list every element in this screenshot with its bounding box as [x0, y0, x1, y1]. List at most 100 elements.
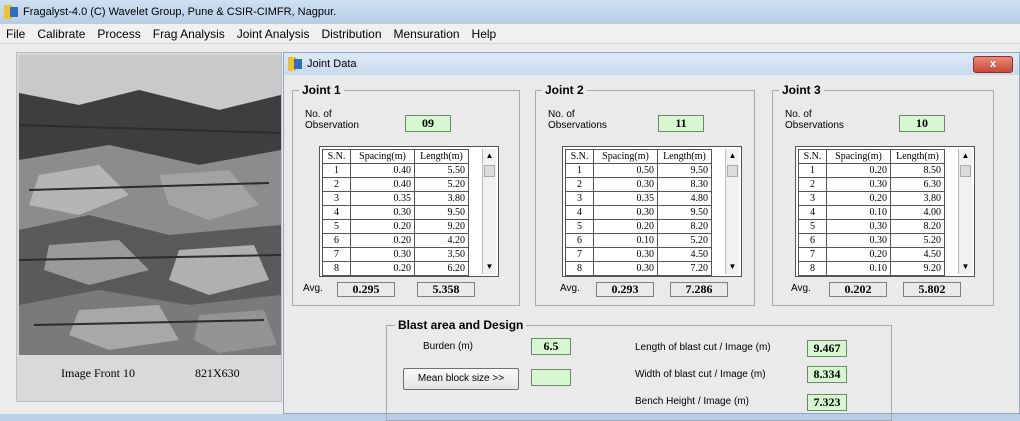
joint-3-obs-label: No. of Observations	[785, 109, 844, 131]
table-row[interactable]: 6 0.20 4.20	[322, 233, 469, 248]
table-cell: 3	[565, 191, 594, 206]
table-cell: 8	[322, 261, 351, 276]
table-cell: 6	[565, 233, 594, 248]
table-row[interactable]: 7 0.20 4.50	[798, 247, 945, 262]
scroll-thumb[interactable]	[960, 165, 971, 177]
blast-length-field[interactable]: 9.467	[807, 340, 847, 357]
table-cell: 6.30	[890, 177, 945, 192]
table-cell: 4	[565, 205, 594, 220]
bench-height-field[interactable]: 7.323	[807, 394, 847, 411]
joint-1-avg-label: Avg.	[303, 283, 323, 294]
joint-2-grid[interactable]: S.N. Spacing(m) Length(m) 1 0.50 9.50 2 0.30 8…	[562, 146, 742, 277]
scroll-thumb[interactable]	[727, 165, 738, 177]
joint-3-scrollbar[interactable]: ▲ ▼	[958, 149, 972, 274]
table-cell: 9.20	[890, 261, 945, 276]
col-spacing: Spacing(m)	[350, 149, 415, 164]
close-button[interactable]: x	[973, 56, 1013, 73]
joint-1-group: Joint 1 No. of Observation 09 S.N. Spacin…	[292, 83, 520, 306]
table-cell: 5.20	[414, 177, 469, 192]
table-row[interactable]: 4 0.30 9.50	[322, 205, 469, 220]
table-row[interactable]: 7 0.30 3.50	[322, 247, 469, 262]
menu-file[interactable]: File	[0, 27, 31, 41]
menu-process[interactable]: Process	[91, 27, 146, 41]
table-cell: 1	[565, 163, 594, 178]
burden-field[interactable]: 6.5	[531, 338, 571, 355]
blast-design-title: Blast area and Design	[395, 318, 527, 332]
menu-mensuration[interactable]: Mensuration	[388, 27, 466, 41]
table-row[interactable]: 8 0.30 7.20	[565, 261, 712, 276]
table-row[interactable]: 1 0.20 8.50	[798, 163, 945, 178]
menu-calibrate[interactable]: Calibrate	[31, 27, 91, 41]
joint-2-group: Joint 2 No. of Observations 11 S.N. Spaci…	[535, 83, 755, 306]
menu-distribution[interactable]: Distribution	[315, 27, 387, 41]
table-cell: 0.30	[593, 261, 658, 276]
table-row[interactable]: 3 0.35 3.80	[322, 191, 469, 206]
table-row[interactable]: 1 0.40 5.50	[322, 163, 469, 178]
joint-1-grid[interactable]: S.N. Spacing(m) Length(m) 1 0.40 5.50 2 0.40 5…	[319, 146, 499, 277]
dialog-title-bar: Joint Data x	[284, 53, 1019, 75]
joint-2-obs-count[interactable]: 11	[658, 115, 704, 132]
table-row[interactable]: 2 0.30 8.30	[565, 177, 712, 192]
table-row[interactable]: 7 0.30 4.50	[565, 247, 712, 262]
table-row[interactable]: 2 0.30 6.30	[798, 177, 945, 192]
joint-3-obs-count[interactable]: 10	[899, 115, 945, 132]
joint-1-avg-length: 5.358	[417, 282, 475, 297]
app-title-bar: Fragalyst-4.0 (C) Wavelet Group, Pune & …	[0, 0, 1020, 24]
table-cell: Spacing(m)	[593, 149, 658, 164]
table-row[interactable]: 5 0.30 8.20	[798, 219, 945, 234]
table-row[interactable]: 1 0.50 9.50	[565, 163, 712, 178]
table-cell: 8.30	[657, 177, 712, 192]
table-cell: 0.30	[593, 205, 658, 220]
scroll-up-icon[interactable]: ▲	[959, 149, 972, 163]
joint-3-table: S.N. Spacing(m) Length(m) 1 0.20 8.50 2 0.30 6…	[798, 149, 945, 276]
table-cell: Length(m)	[657, 149, 712, 164]
table-row[interactable]: 5 0.20 8.20	[565, 219, 712, 234]
scroll-down-icon[interactable]: ▼	[959, 260, 972, 274]
table-row[interactable]: 5 0.20 9.20	[322, 219, 469, 234]
table-cell: 0.30	[593, 177, 658, 192]
joint-3-grid[interactable]: S.N. Spacing(m) Length(m) 1 0.20 8.50 2 0.30 6…	[795, 146, 975, 277]
menu-help[interactable]: Help	[466, 27, 503, 41]
table-cell: 4.00	[890, 205, 945, 220]
col-length: Length(m)	[414, 149, 469, 164]
table-cell: 4.50	[890, 247, 945, 262]
joint-2-title: Joint 2	[542, 83, 587, 97]
table-cell: 0.35	[350, 191, 415, 206]
table-cell: 3.80	[890, 191, 945, 206]
table-row[interactable]: 2 0.40 5.20	[322, 177, 469, 192]
dialog-title: Joint Data	[307, 58, 357, 70]
joint-1-scrollbar[interactable]: ▲ ▼	[482, 149, 496, 274]
table-cell: 5.20	[890, 233, 945, 248]
blast-width-field[interactable]: 8.334	[807, 366, 847, 383]
table-row[interactable]: 4 0.30 9.50	[565, 205, 712, 220]
table-row[interactable]: 8 0.10 9.20	[798, 261, 945, 276]
table-cell: 6	[798, 233, 827, 248]
mean-block-size-field[interactable]	[531, 369, 571, 386]
table-cell: 5.50	[414, 163, 469, 178]
scroll-up-icon[interactable]: ▲	[483, 149, 496, 163]
menu-joint-analysis[interactable]: Joint Analysis	[231, 27, 316, 41]
table-row[interactable]: 6 0.10 5.20	[565, 233, 712, 248]
joint-2-avg-label: Avg.	[560, 283, 580, 294]
scroll-thumb[interactable]	[484, 165, 495, 177]
scroll-down-icon[interactable]: ▼	[483, 260, 496, 274]
table-row[interactable]: 3 0.35 4.80	[565, 191, 712, 206]
menu-frag-analysis[interactable]: Frag Analysis	[147, 27, 231, 41]
table-row[interactable]: 4 0.10 4.00	[798, 205, 945, 220]
joint-1-obs-count[interactable]: 09	[405, 115, 451, 132]
table-cell: 4.50	[657, 247, 712, 262]
joint-2-scrollbar[interactable]: ▲ ▼	[725, 149, 739, 274]
table-cell: 9.50	[657, 205, 712, 220]
table-cell: 0.20	[350, 219, 415, 234]
table-row[interactable]: 8 0.20 6.20	[322, 261, 469, 276]
scroll-up-icon[interactable]: ▲	[726, 149, 739, 163]
joint-3-group: Joint 3 No. of Observations 10 S.N. Spaci…	[772, 83, 994, 306]
blast-width-label: Width of blast cut / Image (m)	[635, 369, 766, 380]
mean-block-size-button[interactable]: Mean block size >>	[403, 368, 519, 390]
table-row[interactable]: 6 0.30 5.20	[798, 233, 945, 248]
table-cell: 0.40	[350, 177, 415, 192]
table-row[interactable]: 3 0.20 3.80	[798, 191, 945, 206]
scroll-down-icon[interactable]: ▼	[726, 260, 739, 274]
table-cell: 1	[322, 163, 351, 178]
table-cell: 9.20	[414, 219, 469, 234]
